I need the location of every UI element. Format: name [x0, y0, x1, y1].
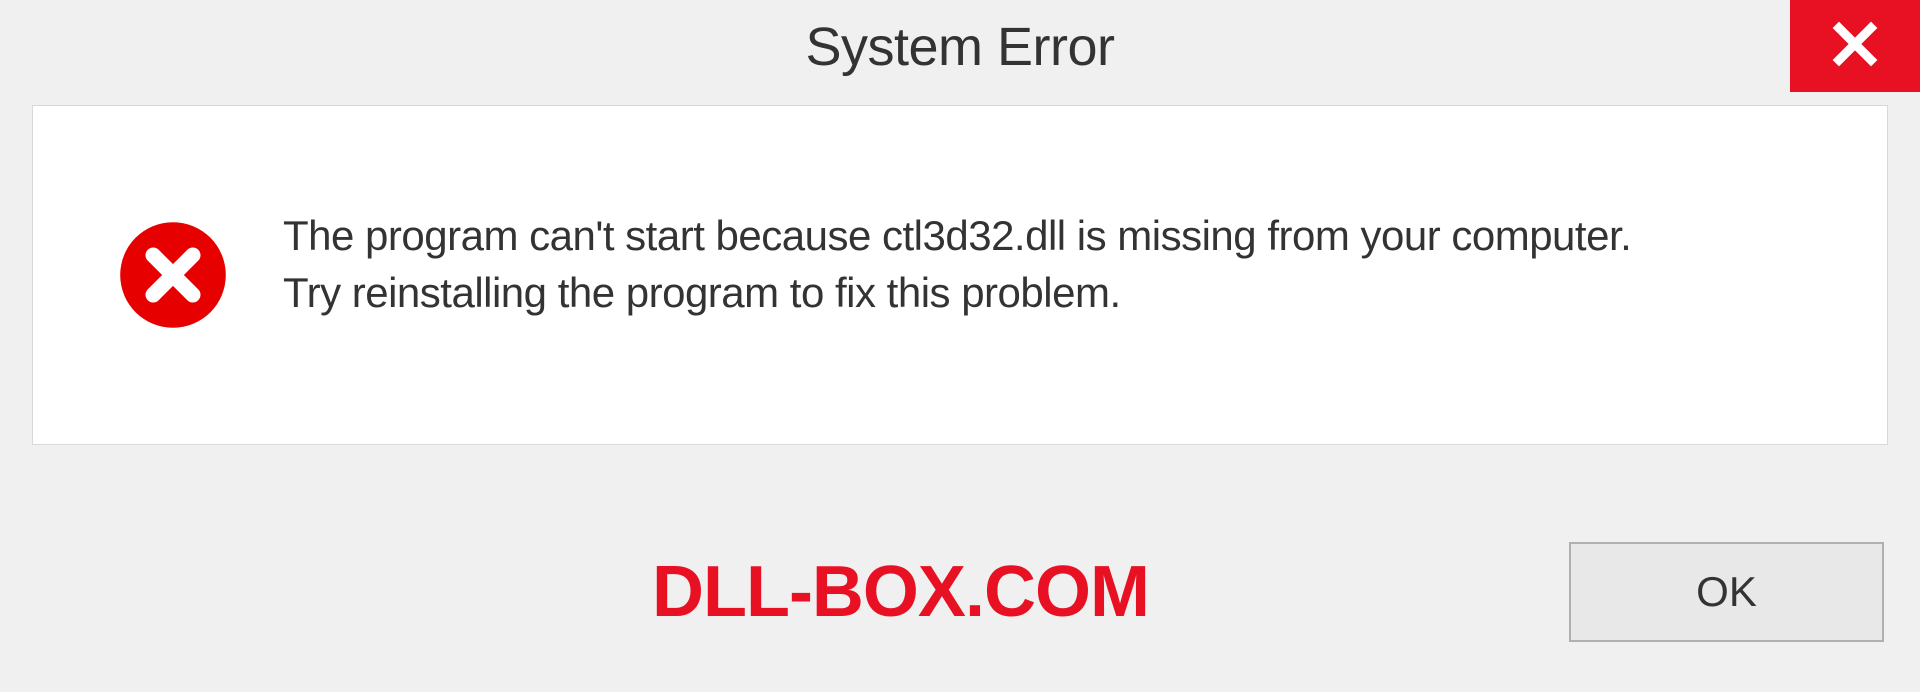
- title-bar: System Error: [0, 0, 1920, 95]
- error-icon: [118, 220, 228, 330]
- dialog-title: System Error: [805, 17, 1114, 77]
- ok-button[interactable]: OK: [1569, 542, 1884, 642]
- content-panel: The program can't start because ctl3d32.…: [32, 105, 1888, 445]
- error-message: The program can't start because ctl3d32.…: [283, 208, 1631, 321]
- close-button[interactable]: [1790, 0, 1920, 92]
- close-icon: [1831, 20, 1879, 73]
- footer-bar: DLL-BOX.COM OK: [32, 522, 1888, 662]
- ok-button-label: OK: [1696, 568, 1757, 616]
- error-message-line1: The program can't start because ctl3d32.…: [283, 208, 1631, 265]
- watermark-text: DLL-BOX.COM: [652, 551, 1149, 633]
- error-message-line2: Try reinstalling the program to fix this…: [283, 265, 1631, 322]
